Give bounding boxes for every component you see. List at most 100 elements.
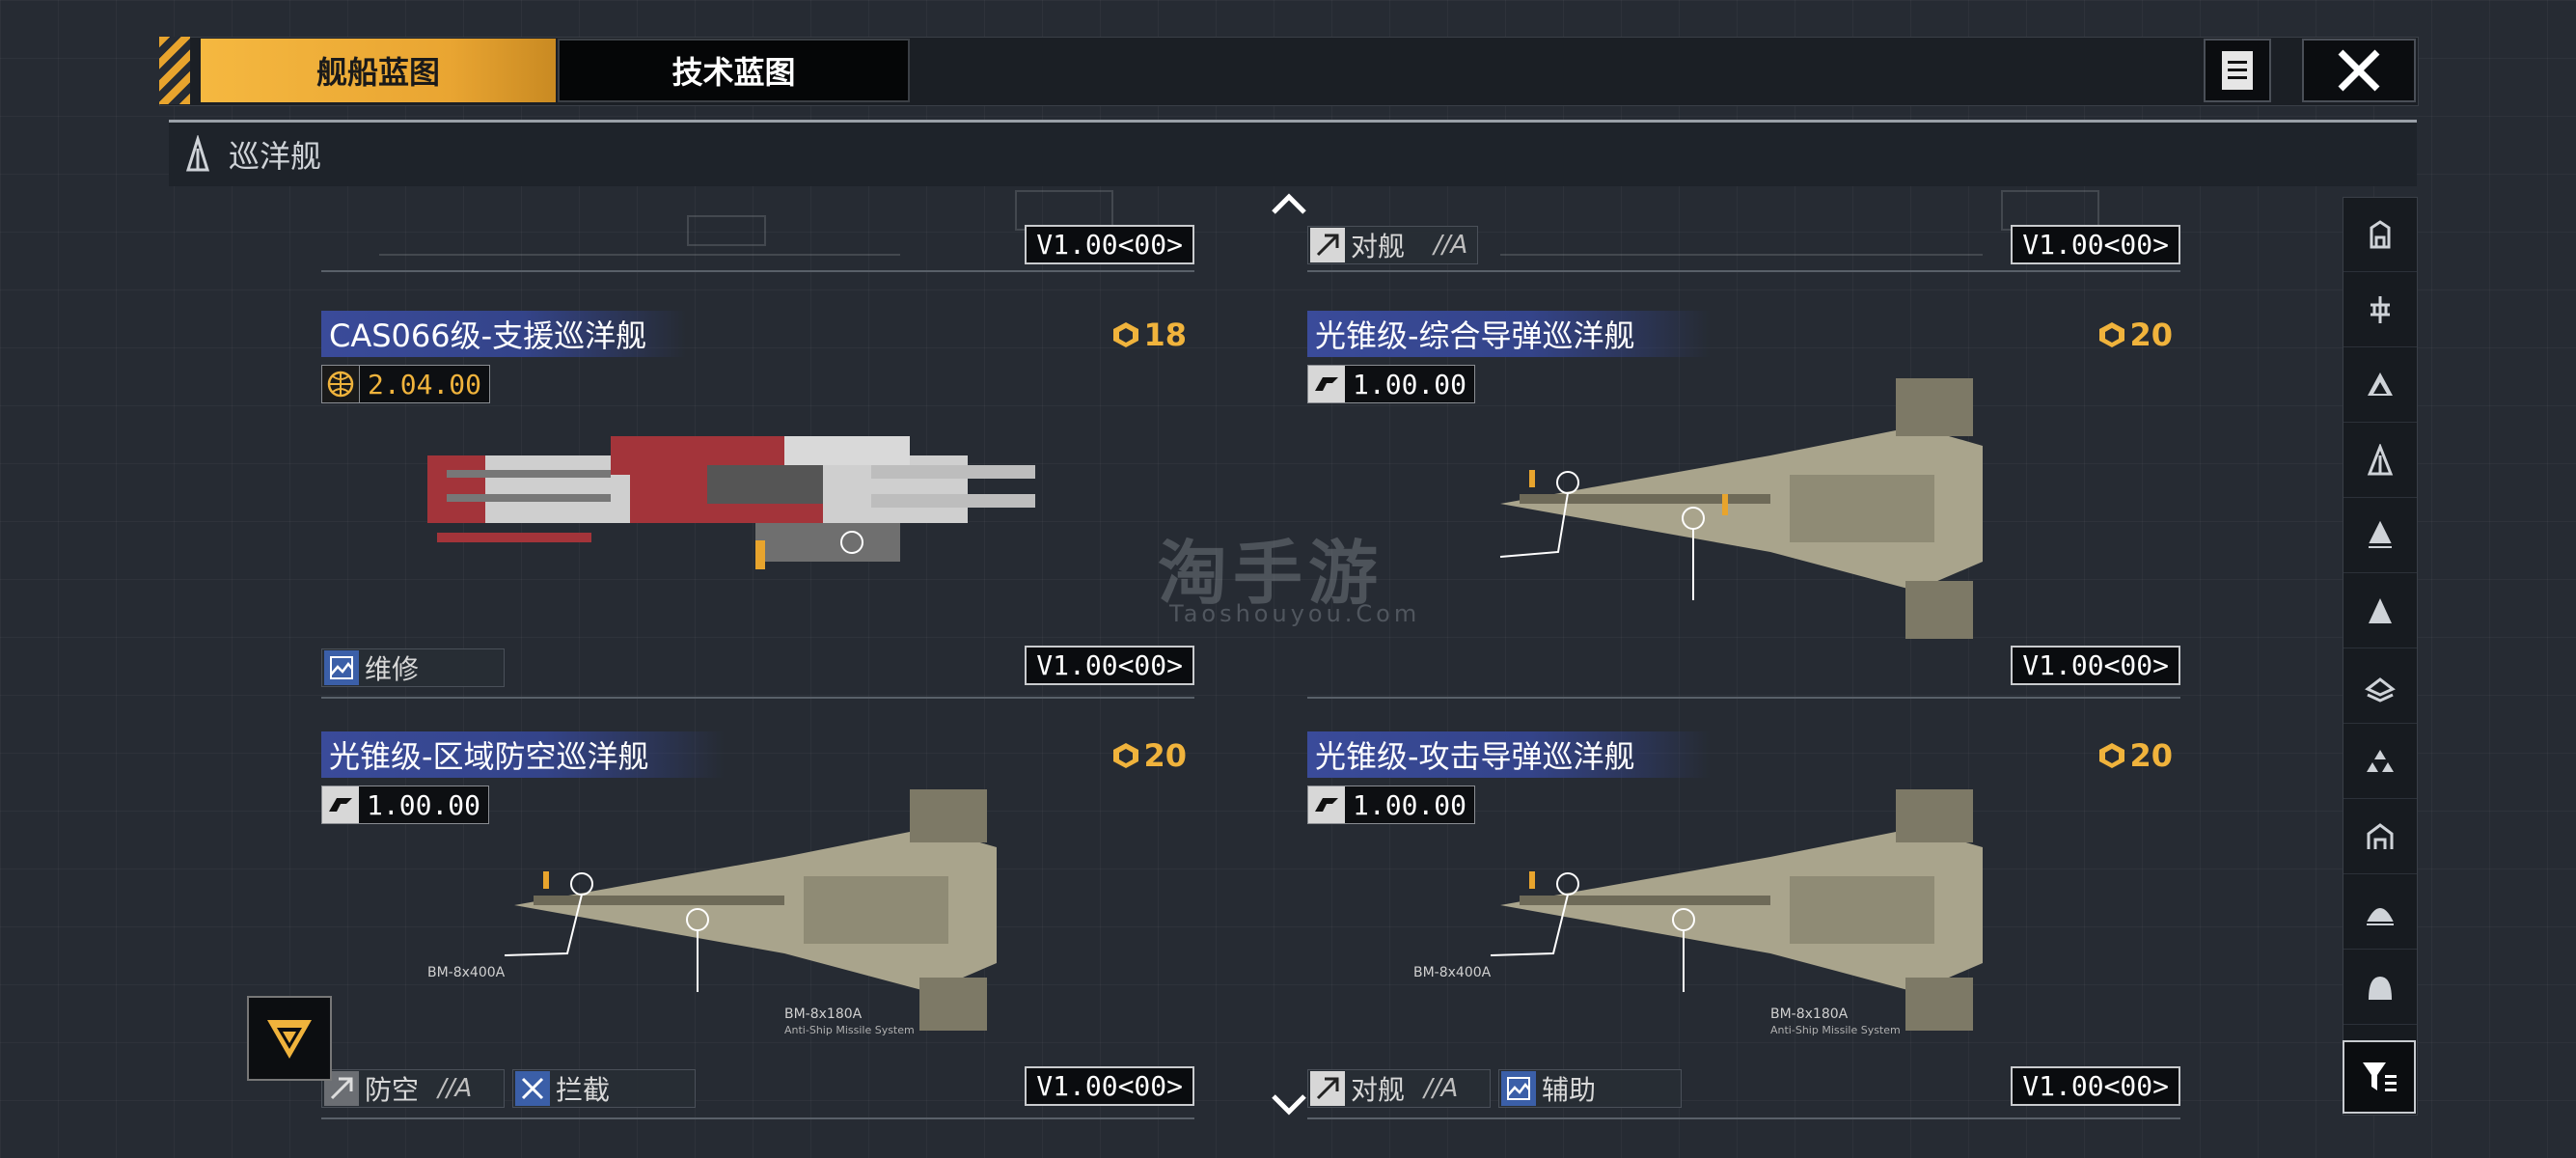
destroyer-icon (2369, 520, 2392, 548)
tag-list: 维修 (321, 648, 505, 687)
tag-grade: //A (438, 1074, 473, 1103)
filter-support[interactable] (2343, 875, 2417, 950)
partial-card-right[interactable]: 对舰 //A V1.00<00> (1307, 187, 2180, 272)
ship-image (1490, 789, 1983, 1031)
tab-tech-blueprint[interactable]: 技术蓝图 (558, 39, 910, 102)
tab-ship-blueprint[interactable]: 舰船蓝图 (201, 39, 556, 102)
triangle-down-icon (267, 1020, 312, 1059)
tag-label: 防空 (365, 1074, 420, 1106)
tag-anti-ship: 对舰 //A (1307, 226, 1479, 264)
ship-image (427, 436, 1035, 569)
anti-ship-icon (1310, 228, 1345, 262)
ship-card[interactable]: 光锥级-区域防空巡洋舰 20 1.00.00 BM-8x400A BM-8x18… (321, 731, 1194, 1127)
hazard-stripe (159, 37, 190, 104)
ship-image (1499, 378, 1983, 639)
cost-value: 18 (1143, 317, 1187, 353)
station-icon (2367, 823, 2394, 849)
filter-station[interactable] (2343, 800, 2417, 874)
faction-icon (322, 786, 359, 823)
partial-card-left[interactable]: V1.00<00> (321, 187, 1194, 272)
anti-ship-icon (1310, 1071, 1345, 1106)
baseline (1307, 270, 2180, 272)
baseline (1307, 697, 2180, 699)
filter-frigate[interactable] (2343, 574, 2417, 648)
support-ship-icon (2367, 908, 2394, 925)
card-title-bar: 光锥级-攻击导弹巡洋舰 (1307, 731, 1711, 778)
support-icon (1501, 1071, 1536, 1106)
filter-cruiser[interactable] (2343, 424, 2417, 498)
tag-grade: //A (1434, 231, 1468, 260)
version-badge: V1.00<00> (2011, 225, 2180, 264)
globe-icon (322, 366, 360, 402)
filter-corvette[interactable] (2343, 649, 2417, 724)
stat-box: 1.00.00 (1307, 365, 1476, 403)
ship-name: 光锥级-区域防空巡洋舰 (329, 738, 649, 775)
category-label: 巡洋舰 (229, 138, 322, 175)
ship-class-filter (2343, 197, 2418, 1116)
version-badge: V1.00<00> (2011, 1066, 2180, 1106)
tab-tech-blueprint-label: 技术蓝图 (671, 54, 796, 91)
card-title-bar: 光锥级-区域防空巡洋舰 (321, 731, 725, 778)
baseline (321, 270, 1194, 272)
baseline (321, 697, 1194, 699)
ship-card[interactable]: 光锥级-综合导弹巡洋舰 20 1.00.00 V1.00<00> (1307, 311, 2180, 706)
filter-carrier[interactable] (2343, 198, 2417, 272)
document-icon (2222, 51, 2253, 90)
tab-ship-blueprint-label: 舰船蓝图 (315, 54, 440, 91)
version-badge: V1.00<00> (1025, 646, 1194, 685)
close-icon (2338, 49, 2380, 92)
notes-button[interactable] (2204, 39, 2271, 102)
tag-repair: 维修 (321, 648, 505, 687)
cost-value: 20 (1143, 737, 1187, 774)
close-button[interactable] (2302, 39, 2416, 102)
filter-battleship[interactable] (2343, 273, 2417, 347)
callout-label: BM-8x180A (1770, 1006, 1849, 1022)
callout-sublabel: Anti-Ship Missile System (1770, 1024, 1901, 1036)
stat-box: 2.04.00 (321, 365, 491, 403)
collapse-button[interactable] (247, 996, 332, 1081)
coin-icon (2099, 322, 2125, 347)
filter-button[interactable] (2343, 1040, 2416, 1114)
version-badge: V1.00<00> (1025, 225, 1194, 264)
repair-icon (324, 650, 359, 685)
tag-list: 对舰 //A 辅助 (1307, 1069, 1682, 1108)
stat-value: 1.00.00 (1353, 368, 1467, 400)
category-bar: 巡洋舰 (169, 120, 2417, 186)
battlecruiser-icon (2368, 372, 2393, 396)
scroll-down-icon[interactable] (1270, 1092, 1308, 1117)
tag-label: 辅助 (1542, 1074, 1597, 1106)
cruiser-icon (2367, 444, 2394, 476)
ship-card[interactable]: CAS066级-支援巡洋舰 18 2.04.00 维修 V1.00<00> (321, 311, 1194, 706)
coin-icon (1113, 322, 1139, 347)
filter-battlecruiser[interactable] (2343, 348, 2417, 423)
baseline (321, 1117, 1194, 1119)
intercept-icon (515, 1071, 550, 1106)
fighter-icon (2367, 750, 2394, 772)
utility-ship-icon (2369, 977, 2392, 1000)
tag-list: 对舰 //A (1307, 226, 1479, 264)
coin-icon (1113, 743, 1139, 768)
version-badge: V1.00<00> (2011, 646, 2180, 685)
ship-card[interactable]: 光锥级-攻击导弹巡洋舰 20 1.00.00 BM-8x400A BM-8x18… (1307, 731, 2180, 1127)
tag-anti-air: 防空 //A (321, 1069, 505, 1108)
ship-name: 光锥级-攻击导弹巡洋舰 (1315, 738, 1635, 775)
cost: 20 (2098, 737, 2173, 774)
tag-support: 辅助 (1498, 1069, 1682, 1108)
tag-label: 对舰 (1351, 1074, 1406, 1106)
cost: 20 (1112, 737, 1187, 774)
cost: 18 (1112, 317, 1187, 353)
stat-value: 2.04.00 (368, 368, 482, 400)
cost-value: 20 (2129, 317, 2173, 353)
filter-destroyer[interactable] (2343, 499, 2417, 573)
filter-icon (2363, 1062, 2397, 1091)
tag-label: 对舰 (1351, 231, 1406, 262)
cost: 20 (2098, 317, 2173, 353)
faction-icon (1308, 786, 1345, 823)
callout-label: BM-8x400A (427, 965, 506, 980)
tag-label: 拦截 (556, 1074, 611, 1106)
tag-list: 防空 //A 拦截 (321, 1069, 696, 1108)
filter-utility[interactable] (2343, 951, 2417, 1025)
scroll-up-icon[interactable] (1270, 191, 1308, 216)
filter-fighter[interactable] (2343, 725, 2417, 799)
tag-intercept: 拦截 (512, 1069, 696, 1108)
